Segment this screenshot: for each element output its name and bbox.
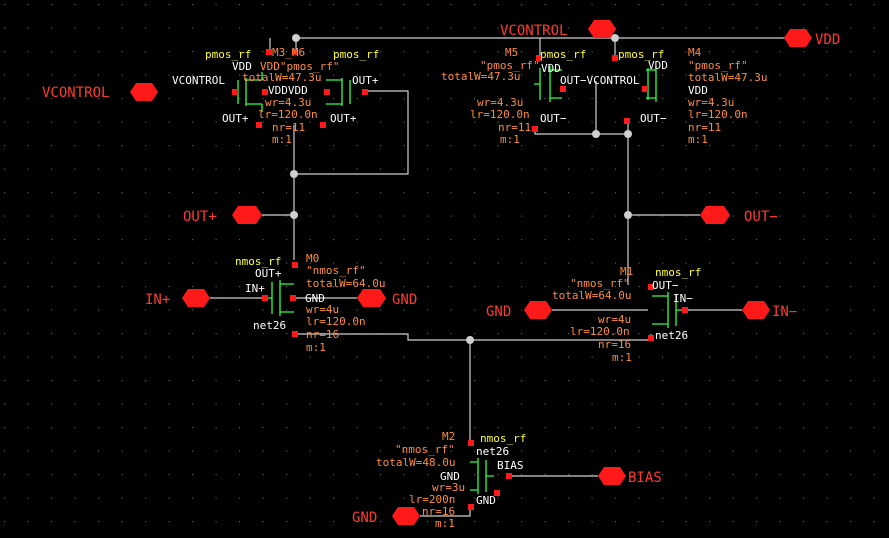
pin-gnd-m2[interactable]: GND [352,507,420,526]
pin-label: GND [392,292,417,308]
terminal-label: OUT− [540,112,567,125]
pin-in-plus[interactable]: IN+ [145,289,210,308]
terminal-label: OUT+ [352,74,379,87]
param-lr: lr=120.0n [306,315,366,328]
param-m: m:1 [306,341,326,354]
instance-name: M2 [442,430,455,443]
terminal-label: OUT− [652,279,679,292]
param-m: m:1 [435,517,455,530]
param-totalw: totalW=64.0u [552,289,631,302]
param-m: m:1 [272,133,292,146]
param-m: m:1 [500,133,520,146]
terminal-label: IN+ [245,282,265,295]
pin-label: VCONTROL [500,23,567,39]
terminal-label: net26 [476,445,509,458]
param-lr: lr=120.0n [258,108,318,121]
model-name: "nmos_rf" [395,443,455,456]
param-totalw: totalW=47.3u [441,70,520,83]
cell-name: nmos_rf [655,266,701,279]
cell-name: pmos_rf [540,48,586,61]
terminal-label: VCONTROL [172,74,225,87]
pin-out-minus[interactable]: OUT− [700,206,778,225]
pin-label: VDD [815,32,840,48]
cell-name: pmos_rf [333,48,379,61]
param-nr: nr=16 [598,338,631,351]
pin-in-minus[interactable]: IN− [742,301,797,320]
param-m: m:1 [612,351,632,364]
instance-name: M3_M6 [272,46,305,59]
terminal-label: OUT+ [222,112,249,125]
param-totalw: totalW=47.3u [242,71,321,84]
pin-out-plus[interactable]: OUT+ [183,206,262,225]
pin-label: IN+ [145,292,170,308]
terminal-label: VDD [541,62,561,75]
model-name: "nmos_rf" [306,264,366,277]
param-lr: lr=120.0n [570,325,630,338]
schematic-canvas[interactable]: VCONTROL VCONTROL VDD OUT+ OUT− IN+ GND … [0,0,889,538]
instance-name: M4 [688,46,702,59]
terminal-label: net26 [253,319,286,332]
pin-vdd[interactable]: VDD [784,29,840,48]
param-totalw: totalW=47.3u [688,71,767,84]
pin-label: VCONTROL [42,85,109,101]
param-m: m:1 [688,133,708,146]
instance-name: M5 [505,46,518,59]
param-totalw: totalW=64.0u [306,277,385,290]
instance-m3-m6[interactable]: pmos_rf M3_M6 pmos_rf VDD VDD"pmos_rf" t… [172,46,379,146]
param-nr: nr=16 [306,328,339,341]
terminal-label: BIAS [497,459,524,472]
terminal-label: VDD [648,59,668,72]
param-lr: lr=120.0n [688,108,748,121]
param-totalw: totalW=48.0u [376,456,455,469]
param-lr: lr=120.0n [470,108,530,121]
pin-label: GND [486,304,511,320]
terminal-label: OUT− [640,112,667,125]
pin-vcontrol-left[interactable]: VCONTROL [42,83,158,101]
pin-gnd-m1[interactable]: GND [486,301,552,320]
terminal-label: OUT+ [255,267,282,280]
pin-vcontrol-top[interactable]: VCONTROL [500,20,616,39]
terminal-label: OUT+ [330,112,357,125]
pin-label: BIAS [628,470,662,486]
pin-gnd-m0[interactable]: GND [357,289,417,308]
terminal-label: OUT−VCONTROL [560,74,640,87]
terminal-label: GND [476,494,496,507]
instance-m4[interactable]: pmos_rf M4 VDD "pmos_rf" totalW=47.3u VD… [618,46,767,146]
pin-label: GND [352,510,377,526]
terminal-label: net26 [655,329,688,342]
pin-label: IN− [772,304,797,320]
pin-label: OUT+ [183,209,217,225]
cell-name: nmos_rf [480,432,526,445]
pin-bias[interactable]: BIAS [598,467,662,486]
instance-m1[interactable]: M1 nmos_rf "nmos_rf" OUT− totalW=64.0u I… [552,265,701,364]
terminal-label: IN− [673,292,693,305]
pin-label: OUT− [744,209,778,225]
